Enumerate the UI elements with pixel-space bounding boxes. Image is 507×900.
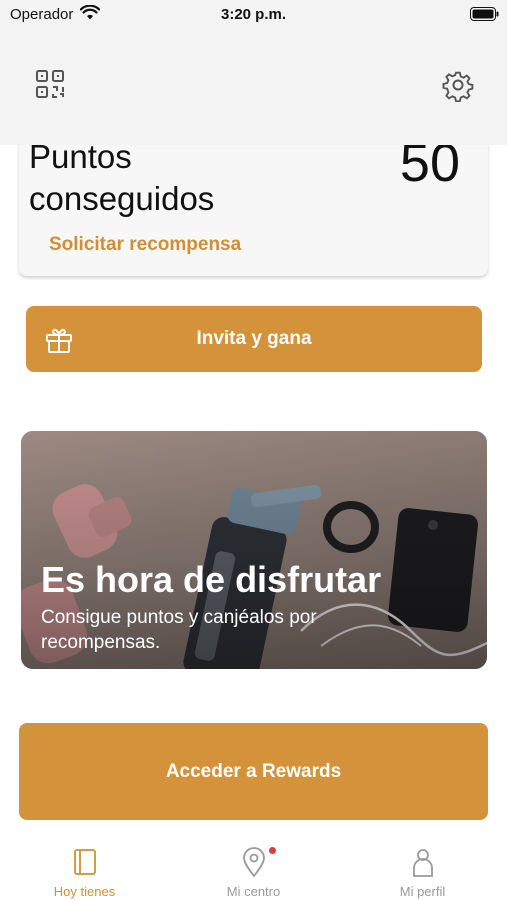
location-pin-icon xyxy=(243,847,265,878)
access-rewards-button[interactable]: Acceder a Rewards xyxy=(19,723,488,820)
tab-label-hoy-tienes: Hoy tienes xyxy=(53,884,116,899)
rewards-button-label: Acceder a Rewards xyxy=(165,761,342,782)
status-bar: Operador 3:20 p.m. xyxy=(0,0,507,30)
tab-mi-perfil[interactable]: Mi perfil xyxy=(338,830,507,900)
invite-and-earn-button[interactable]: Invita y gana xyxy=(26,306,482,372)
promo-title: Es hora de disfrutar xyxy=(41,559,382,600)
tab-mi-centro[interactable]: Mi centro xyxy=(169,830,338,900)
settings-button[interactable] xyxy=(441,68,475,103)
promo-description: Consigue puntos y canjéalos por recompen… xyxy=(41,607,317,653)
tab-label-mi-centro: Mi centro xyxy=(226,884,281,899)
qr-code-icon xyxy=(36,70,64,98)
points-title: Puntos conseguidos xyxy=(29,138,215,217)
promo-banner[interactable]: Es hora de disfrutar Consigue puntos y c… xyxy=(21,431,487,669)
battery-icon xyxy=(470,7,499,21)
invite-button-label: Invita y gana xyxy=(196,328,312,349)
qr-code-button[interactable] xyxy=(34,68,66,100)
tab-hoy-tienes[interactable]: Hoy tienes xyxy=(0,830,169,900)
tab-label-mi-perfil: Mi perfil xyxy=(399,884,446,899)
notification-dot xyxy=(269,847,276,854)
tab-bar: Hoy tienes Mi centro Mi perfil xyxy=(0,830,507,900)
clock: 3:20 p.m. xyxy=(220,6,287,23)
person-icon xyxy=(413,849,433,877)
request-reward-link[interactable]: Solicitar recompensa xyxy=(49,234,241,256)
book-icon xyxy=(74,849,96,875)
gear-icon xyxy=(442,71,474,103)
